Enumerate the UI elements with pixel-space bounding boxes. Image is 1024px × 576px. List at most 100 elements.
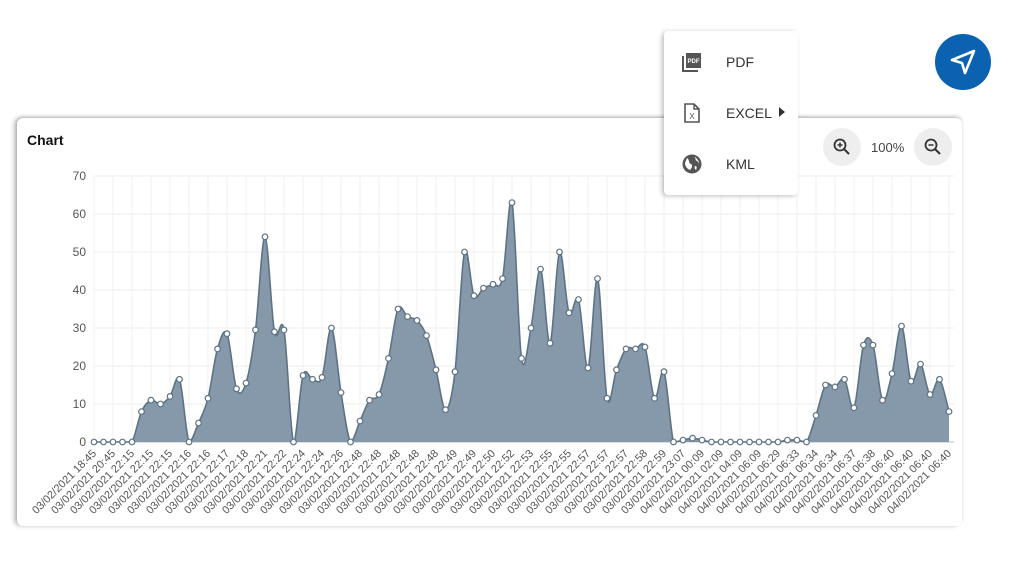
data-point: [641, 343, 649, 351]
submenu-arrow-icon: [779, 107, 785, 117]
data-point: [166, 393, 174, 400]
data-point: [841, 375, 848, 383]
data-point: [660, 368, 668, 376]
data-point: [128, 438, 136, 446]
data-point: [898, 322, 905, 330]
data-point: [926, 391, 934, 398]
data-point: [214, 345, 221, 353]
zoom-out-icon: [924, 138, 941, 155]
data-point: [603, 394, 611, 402]
zoom-level: 100%: [871, 140, 905, 155]
data-point: [195, 419, 202, 427]
data-point: [119, 438, 126, 446]
data-point: [651, 394, 658, 402]
data-point: [546, 339, 554, 347]
data-point: [461, 248, 468, 256]
data-point: [423, 332, 430, 340]
send-navigation-icon: [950, 49, 976, 75]
data-point: [394, 305, 402, 313]
data-point: [489, 280, 497, 288]
data-point: [755, 438, 763, 446]
send-button[interactable]: [935, 34, 991, 90]
pdf-file-icon: PDF: [680, 50, 704, 74]
data-point: [888, 370, 896, 378]
svg-text:PDF: PDF: [688, 59, 700, 65]
data-point: [223, 330, 231, 338]
y-tick-label: 10: [73, 397, 87, 411]
data-point: [803, 438, 810, 446]
data-point: [451, 368, 459, 376]
menu-item-kml[interactable]: KML: [664, 141, 798, 187]
data-point: [157, 400, 164, 408]
data-point: [774, 438, 782, 446]
y-tick-label: 50: [73, 245, 87, 259]
data-point: [100, 438, 107, 446]
y-tick-label: 40: [73, 283, 87, 297]
data-point: [907, 377, 915, 385]
area-chart: 01020304050607003/02/2021 18:4503/02/202…: [30, 169, 954, 517]
data-point: [869, 341, 877, 349]
data-point: [746, 438, 753, 446]
data-point: [185, 438, 193, 446]
data-point: [261, 233, 269, 241]
globe-icon: [680, 152, 704, 176]
data-point: [556, 248, 563, 256]
menu-item-label: PDF: [726, 54, 754, 70]
data-point: [442, 406, 449, 414]
data-point: [679, 436, 687, 444]
data-point: [204, 394, 212, 402]
data-point: [850, 404, 858, 412]
data-point: [252, 326, 259, 334]
data-point: [366, 396, 373, 404]
data-point: [812, 412, 820, 419]
data-point: [242, 379, 250, 387]
data-point: [147, 396, 155, 404]
zoom-out-button[interactable]: [914, 128, 952, 166]
data-point: [594, 275, 601, 283]
svg-text:X: X: [689, 112, 695, 121]
y-tick-label: 0: [79, 435, 86, 449]
data-point: [337, 389, 345, 397]
data-point: [385, 354, 392, 362]
data-point: [508, 199, 516, 206]
data-point: [527, 324, 535, 332]
data-point: [413, 316, 421, 324]
data-point: [622, 345, 630, 353]
chart-card: Chart 0 10 20 30 40 50 60 70 03/02/2021 18:45 03/…: [17, 118, 962, 526]
data-point: [375, 391, 383, 398]
y-tick-label: 30: [73, 321, 87, 335]
zoom-in-button[interactable]: [823, 128, 861, 166]
y-tick-label: 60: [73, 207, 87, 221]
data-point: [138, 408, 145, 416]
data-point: [689, 434, 696, 442]
data-point: [480, 284, 487, 292]
y-tick-label: 20: [73, 359, 87, 373]
data-point: [347, 438, 354, 446]
data-point: [584, 364, 592, 372]
export-menu: PDF PDF X EXCEL KML: [664, 31, 798, 195]
data-point: [318, 374, 326, 381]
data-point: [793, 436, 801, 444]
data-point: [290, 438, 297, 446]
data-point: [518, 354, 525, 362]
menu-item-excel[interactable]: X EXCEL: [664, 90, 798, 136]
data-point: [470, 292, 478, 300]
excel-file-icon: X: [680, 101, 704, 125]
data-point: [717, 438, 725, 446]
series-area: [94, 201, 949, 442]
data-point: [860, 341, 867, 349]
data-point: [727, 438, 734, 446]
data-point: [936, 375, 943, 383]
data-point: [309, 375, 316, 383]
data-point: [432, 366, 440, 374]
data-point: [565, 309, 573, 317]
data-point: [831, 383, 839, 391]
data-point: [404, 313, 411, 321]
data-point: [822, 381, 829, 389]
menu-item-label: EXCEL: [726, 105, 772, 121]
data-point: [784, 436, 791, 444]
menu-item-label: KML: [726, 156, 755, 172]
data-point: [632, 345, 639, 353]
menu-item-pdf[interactable]: PDF PDF: [664, 39, 798, 85]
data-point: [299, 372, 307, 379]
